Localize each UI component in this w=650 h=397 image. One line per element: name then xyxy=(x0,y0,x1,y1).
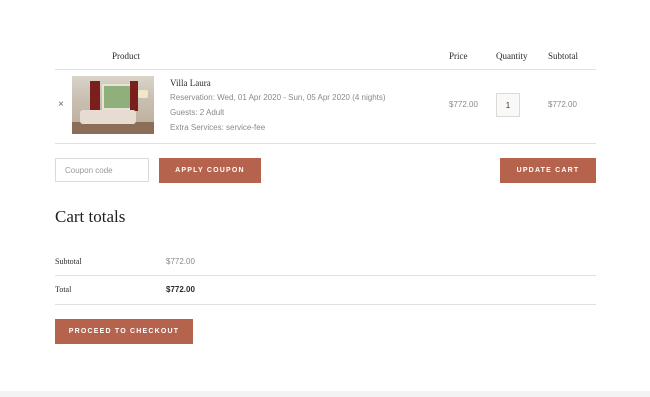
total-label: Total xyxy=(55,285,72,294)
footer-band xyxy=(0,391,650,397)
header-price: Price xyxy=(449,51,468,61)
item-price: $772.00 xyxy=(449,100,478,109)
quantity-input[interactable]: 1 xyxy=(496,93,520,117)
subtotal-value: $772.00 xyxy=(166,257,195,266)
guests-info: Guests: 2 Adult xyxy=(170,108,225,117)
remove-item-button[interactable]: × xyxy=(58,99,64,110)
row-divider xyxy=(55,143,596,144)
product-name-link[interactable]: Villa Laura xyxy=(170,78,211,88)
header-divider xyxy=(55,69,596,70)
extra-services: Extra Services: service-fee xyxy=(170,123,266,132)
subtotal-label: Subtotal xyxy=(55,257,82,266)
totals-divider xyxy=(55,275,596,276)
item-subtotal: $772.00 xyxy=(548,100,577,109)
header-subtotal: Subtotal xyxy=(548,51,579,61)
product-thumbnail[interactable] xyxy=(72,76,154,134)
cart-totals-title: Cart totals xyxy=(55,207,126,226)
proceed-to-checkout-button[interactable]: PROCEED TO CHECKOUT xyxy=(55,319,193,344)
apply-coupon-button[interactable]: APPLY COUPON xyxy=(159,158,261,183)
coupon-code-input[interactable]: Coupon code xyxy=(55,158,149,182)
header-quantity: Quantity xyxy=(496,51,528,61)
total-value: $772.00 xyxy=(166,285,195,294)
totals-bottom-divider xyxy=(55,304,596,305)
reservation-dates: Reservation: Wed, 01 Apr 2020 - Sun, 05 … xyxy=(170,93,386,102)
update-cart-button[interactable]: UPDATE CART xyxy=(500,158,596,183)
header-product: Product xyxy=(112,51,140,61)
